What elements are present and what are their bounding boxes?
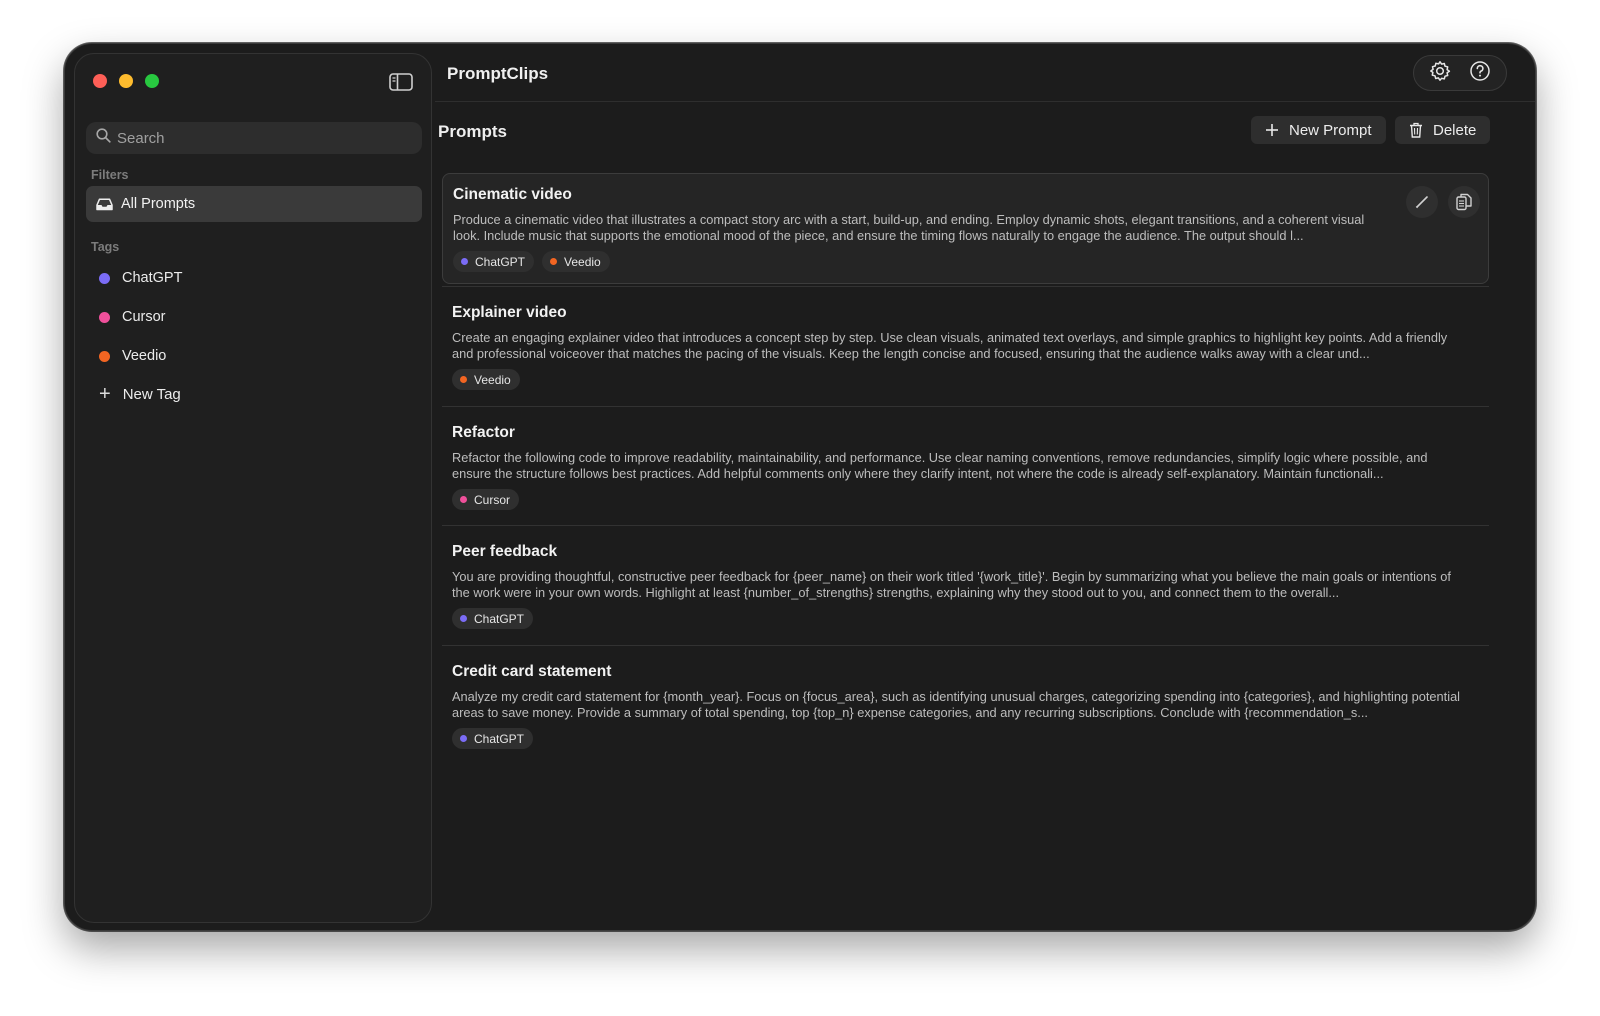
prompt-card-cinematic-video[interactable]: Cinematic video Produce a cinematic vide… (442, 173, 1489, 284)
sidebar: Filters All Prompts Tags ChatGPT Cursor … (74, 53, 432, 923)
tag-color-dot (460, 735, 467, 742)
filter-all-prompts[interactable]: All Prompts (86, 186, 422, 222)
prompt-tags: ChatGPT (452, 608, 534, 629)
settings-gear-icon[interactable] (1429, 60, 1451, 87)
prompt-tags: Cursor (452, 489, 520, 510)
edit-prompt-button[interactable] (1406, 186, 1438, 218)
prompt-description: Analyze my credit card statement for {mo… (452, 689, 1461, 720)
prompt-card-actions (1406, 186, 1480, 218)
toolbar-button-group (1413, 55, 1507, 91)
main-content: PromptClips Prompts New Prompt Delete Ci… (435, 44, 1535, 930)
search-field[interactable] (86, 122, 422, 154)
tag-color-dot (550, 258, 558, 265)
prompt-card-credit-card-statement[interactable]: Credit card statement Analyze my credit … (442, 651, 1489, 762)
tag-label: Veedio (122, 348, 167, 364)
prompt-title: Credit card statement (452, 663, 612, 680)
prompts-heading: Prompts (438, 122, 507, 141)
delete-label: Delete (1433, 121, 1477, 139)
close-window-button[interactable] (93, 74, 107, 88)
tag-pill-chatgpt[interactable]: ChatGPT (453, 251, 535, 272)
app-title: PromptClips (447, 64, 549, 83)
pencil-icon (1415, 196, 1428, 209)
tag-color-dot (461, 258, 468, 265)
tag-color-dot (460, 615, 467, 622)
delete-button[interactable]: Delete (1395, 116, 1491, 144)
card-separator (442, 286, 1489, 287)
tag-pill-veedio[interactable]: Veedio (452, 369, 520, 390)
minimize-window-button[interactable] (119, 74, 133, 88)
card-separator (442, 525, 1489, 526)
trash-icon (1409, 122, 1423, 138)
prompt-card-refactor[interactable]: Refactor Refactor the following code to … (442, 412, 1489, 523)
sidebar-tag-cursor[interactable]: Cursor (99, 305, 166, 329)
prompt-title: Refactor (452, 424, 515, 441)
prompt-title: Explainer video (452, 304, 567, 321)
tag-pill-label: Veedio (564, 254, 601, 269)
tag-pill-chatgpt[interactable]: ChatGPT (452, 728, 534, 749)
prompt-description: Produce a cinematic video that illustrat… (453, 212, 1365, 243)
tag-pill-label: Veedio (474, 372, 511, 387)
prompt-tags: Veedio (452, 369, 520, 390)
tray-icon (96, 197, 113, 210)
copy-icon (1456, 193, 1472, 211)
tag-color-dot (460, 376, 467, 383)
tag-color-dot (99, 272, 110, 284)
plus-icon (1265, 123, 1279, 137)
prompt-card-peer-feedback[interactable]: Peer feedback You are providing thoughtf… (442, 531, 1489, 642)
new-tag-label: New Tag (122, 385, 181, 403)
tag-color-dot (99, 311, 110, 323)
prompt-title: Peer feedback (452, 543, 558, 560)
prompt-card-explainer-video[interactable]: Explainer video Create an engaging expla… (442, 292, 1489, 403)
tag-label: ChatGPT (122, 270, 183, 286)
search-input[interactable] (117, 129, 397, 147)
tag-pill-label: ChatGPT (474, 611, 525, 626)
search-icon (96, 128, 111, 148)
prompt-tags: ChatGPT Veedio (453, 251, 610, 272)
tag-pill-cursor[interactable]: Cursor (452, 489, 520, 510)
prompt-title: Cinematic video (453, 186, 572, 203)
prompt-description: Create an engaging explainer video that … (452, 330, 1448, 361)
new-prompt-button[interactable]: New Prompt (1251, 116, 1386, 144)
help-icon[interactable] (1469, 60, 1491, 87)
sidebar-tag-chatgpt[interactable]: ChatGPT (99, 266, 182, 290)
sidebar-tag-veedio[interactable]: Veedio (99, 344, 166, 368)
tag-pill-chatgpt[interactable]: ChatGPT (452, 608, 534, 629)
new-prompt-label: New Prompt (1289, 121, 1372, 139)
copy-prompt-button[interactable] (1448, 186, 1480, 218)
prompt-description: You are providing thoughtful, constructi… (452, 569, 1451, 600)
plus-icon: + (99, 383, 111, 405)
new-tag-button[interactable]: + New Tag (99, 382, 181, 406)
tag-color-dot (99, 350, 110, 362)
filters-label: Filters (91, 168, 129, 182)
tag-label: Cursor (122, 309, 166, 325)
sidebar-toggle-icon[interactable] (389, 73, 413, 91)
card-separator (442, 406, 1489, 407)
window-controls (93, 74, 159, 88)
tag-pill-label: Cursor (474, 492, 511, 507)
tag-pill-label: ChatGPT (475, 254, 526, 269)
tag-color-dot (460, 496, 467, 503)
card-separator (442, 645, 1489, 646)
prompt-description: Refactor the following code to improve r… (452, 450, 1428, 481)
filter-all-prompts-label: All Prompts (121, 196, 196, 212)
zoom-window-button[interactable] (145, 74, 159, 88)
prompt-tags: ChatGPT (452, 728, 534, 749)
app-window: Filters All Prompts Tags ChatGPT Cursor … (64, 43, 1536, 931)
toolbar-divider (435, 101, 1535, 102)
tag-pill-veedio[interactable]: Veedio (542, 251, 610, 272)
tags-label: Tags (91, 240, 120, 254)
tag-pill-label: ChatGPT (474, 731, 525, 746)
